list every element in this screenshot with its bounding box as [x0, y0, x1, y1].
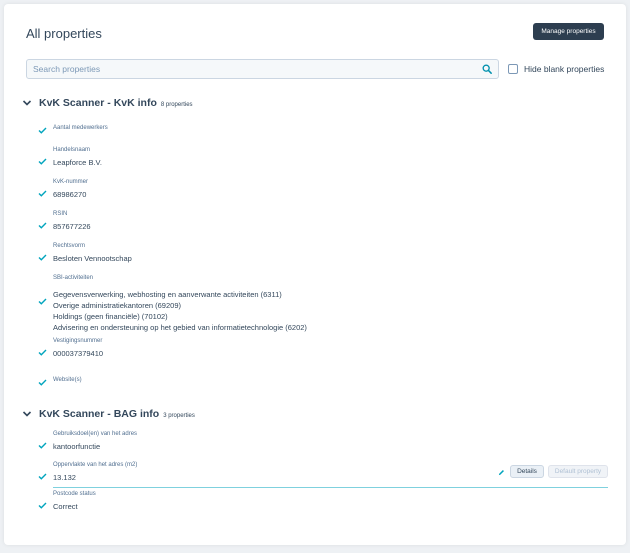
property-label: Website(s)	[53, 377, 82, 383]
check-icon	[38, 298, 47, 305]
hide-blank-toggle[interactable]: Hide blank properties	[508, 64, 604, 74]
check-icon	[38, 190, 47, 197]
section-property-count: 8 properties	[160, 102, 193, 108]
hide-blank-checkbox[interactable]	[508, 64, 518, 74]
chevron-down-icon[interactable]	[22, 99, 32, 107]
check-icon	[38, 222, 47, 229]
manage-properties-button[interactable]: Manage properties	[533, 23, 604, 40]
property-edit-row[interactable]: Details Default property	[53, 465, 608, 488]
section-title: KvK Scanner - KvK info	[39, 97, 157, 109]
property-value-line[interactable]: Overige administratiekantoren (69209)	[53, 300, 181, 311]
property-value[interactable]: Besloten Vennootschap	[53, 253, 132, 264]
section-header-kvk-info[interactable]: KvK Scanner - KvK info 8 properties	[22, 97, 193, 109]
check-icon	[38, 254, 47, 261]
property-value[interactable]: Correct	[53, 501, 78, 512]
section-title: KvK Scanner - BAG info	[39, 408, 160, 420]
property-label: Aantal medewerkers	[53, 125, 108, 131]
default-property-button[interactable]: Default property	[548, 465, 608, 478]
search-input[interactable]	[27, 60, 477, 78]
chevron-down-icon[interactable]	[22, 410, 32, 418]
property-value[interactable]: kantoorfunctie	[53, 441, 100, 452]
property-label: SBI-activiteiten	[53, 275, 94, 281]
property-label: KvK-nummer	[53, 179, 89, 185]
check-icon	[38, 442, 47, 449]
property-value[interactable]: 000037379410	[53, 348, 103, 359]
property-value-line[interactable]: Advisering en ondersteuning op het gebie…	[53, 322, 307, 333]
check-icon	[38, 349, 47, 356]
page-title: All properties	[26, 26, 102, 41]
hide-blank-label: Hide blank properties	[524, 64, 605, 74]
property-value-line[interactable]: Holdings (geen financiële) (70102)	[53, 311, 168, 322]
pencil-icon[interactable]	[498, 469, 505, 476]
section-property-count: 3 properties	[163, 413, 195, 419]
check-icon	[38, 379, 47, 386]
properties-panel: All properties Manage properties Hide bl…	[4, 4, 626, 545]
property-label: Postcode status	[53, 491, 96, 497]
search-box[interactable]	[26, 59, 499, 79]
property-value-line[interactable]: Gegevensverwerking, webhosting en aanver…	[53, 289, 282, 300]
property-value[interactable]: 68986270	[53, 189, 86, 200]
property-value[interactable]: Leapforce B.V.	[53, 157, 102, 168]
details-button[interactable]: Details	[510, 465, 544, 478]
section-header-bag-info[interactable]: KvK Scanner - BAG info 3 properties	[22, 408, 195, 420]
property-label: Vestigingsnummer	[53, 338, 103, 344]
check-icon	[38, 158, 47, 165]
property-label: Handelsnaam	[53, 147, 91, 153]
property-value[interactable]: 857677226	[53, 221, 91, 232]
check-icon	[38, 502, 47, 509]
property-label: RSIN	[53, 211, 68, 217]
search-icon[interactable]	[482, 64, 492, 74]
property-label: Gebruiksdoel(en) van het adres	[53, 431, 138, 437]
check-icon	[38, 473, 47, 480]
check-icon	[38, 127, 47, 134]
property-label: Rechtsvorm	[53, 243, 86, 249]
